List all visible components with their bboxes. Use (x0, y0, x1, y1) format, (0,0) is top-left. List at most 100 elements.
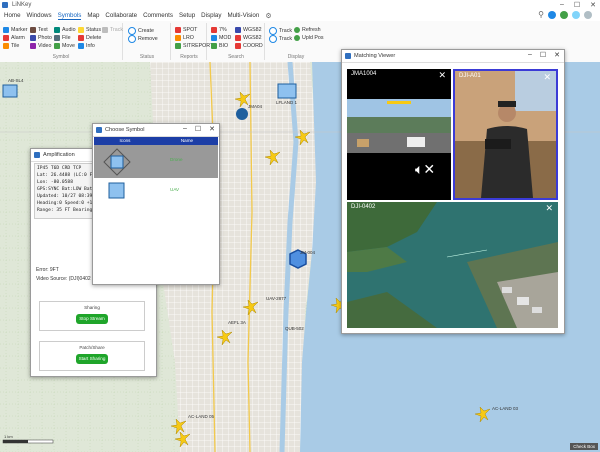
ribbon-wgs-2[interactable]: WGS82 (235, 35, 262, 41)
multi-view-titlebar[interactable]: Matching Viewer – ☐ ✕ (342, 50, 564, 63)
maximize-button[interactable]: ☐ (540, 51, 546, 59)
symbol-row[interactable]: UAV (94, 178, 218, 204)
header-icons: Icons (119, 138, 131, 143)
wgs-icon (235, 27, 241, 33)
menu-windows[interactable]: Windows (27, 12, 52, 19)
ribbon-text[interactable]: Text (30, 27, 48, 33)
ribbon-video[interactable]: Video (30, 43, 51, 49)
map-square-marker[interactable] (277, 83, 297, 99)
tile-close-button[interactable]: ✕ (438, 70, 446, 81)
map-label: QUB-502 (285, 326, 304, 331)
ribbon-delete[interactable]: Delete (78, 35, 101, 41)
status-blue-icon[interactable] (548, 10, 556, 19)
map-drone-marker[interactable] (236, 108, 248, 120)
menu-multi-vision[interactable]: Multi-Vision (227, 12, 259, 19)
menu-map[interactable]: Map (87, 12, 99, 19)
lro-icon (175, 35, 181, 41)
minimize-button[interactable]: – (183, 125, 187, 133)
spot-icon (175, 27, 181, 33)
close-button[interactable]: ✕ (554, 51, 560, 59)
ribbon-track[interactable]: Track (102, 27, 123, 33)
minimize-button[interactable]: – (560, 1, 564, 9)
ribbon-marker[interactable]: Marker (3, 27, 27, 33)
choose-symbol-window: Choose Symbol – ☐ ✕ Icons Name Drone UAV (92, 123, 220, 285)
ribbon-lro[interactable]: LRO (175, 35, 194, 41)
symbol-row[interactable]: Drone (94, 145, 218, 178)
ribbon-audio[interactable]: Audio (54, 27, 76, 33)
amplification-title: Amplification (43, 152, 75, 158)
percent-icon (211, 27, 217, 33)
ribbon-alarm[interactable]: Alarm (3, 35, 25, 41)
ribbon-percent[interactable]: 7% (211, 27, 227, 33)
minimize-button[interactable]: – (528, 51, 532, 59)
wgs-icon (235, 35, 241, 41)
menu-home[interactable]: Home (4, 12, 21, 19)
menu-setup[interactable]: Setup (179, 12, 195, 19)
close-button[interactable]: ✕ (590, 1, 596, 9)
status-gray-icon[interactable] (584, 10, 592, 19)
ribbon-photo[interactable]: Photo (30, 35, 52, 41)
ribbon-wgs-1[interactable]: WGS82 (235, 27, 262, 33)
app-icon (2, 2, 8, 8)
video-tile-1[interactable]: JMA1004 ✕ 🔈︎✕ (347, 69, 451, 200)
ribbon-track-2[interactable]: Track (269, 35, 292, 43)
window-icon (34, 152, 40, 158)
sitreport-icon (175, 43, 181, 49)
start-sharing-button[interactable]: Start Sharing (76, 354, 108, 364)
tile-close-button[interactable]: ✕ (545, 203, 553, 214)
ribbon-mod[interactable]: MOD (211, 35, 231, 41)
ribbon-create[interactable]: Create (128, 27, 154, 35)
ribbon-refresh[interactable]: Refresh (294, 27, 321, 33)
marker-icon (3, 27, 9, 33)
settings-icon[interactable]: ⚙ (265, 12, 271, 20)
status-lightblue-icon[interactable] (572, 10, 580, 19)
symbol-group-label: Symbol (52, 54, 70, 60)
ribbon-info[interactable]: Info (78, 43, 95, 49)
ribbon-tile[interactable]: Tile (3, 43, 19, 49)
ribbon-track-1[interactable]: Track (269, 27, 292, 35)
photo-icon (30, 35, 36, 41)
ribbon-spot[interactable]: SPOT (175, 27, 197, 33)
symbol-name: Drone (170, 157, 183, 162)
stop-stream-button[interactable]: Stop Stream (76, 314, 108, 324)
location-pin-icon[interactable]: ⚲ (538, 10, 544, 19)
map-label: AB-SL4 (8, 78, 24, 83)
symbol-table-header: Icons Name (94, 137, 218, 145)
maximize-button[interactable]: ☐ (574, 1, 580, 9)
sharing-panel: Sharing Stop Stream (39, 301, 145, 331)
tile-close-button[interactable]: ✕ (543, 72, 551, 83)
menu-symbols[interactable]: Symbols (57, 12, 82, 20)
ribbon-coord[interactable]: COORD (235, 43, 263, 49)
ribbon-file[interactable]: File (54, 35, 71, 41)
search-group: 7% MOD BIO WGS82 WGS82 COORD Search (208, 23, 265, 60)
maximize-button[interactable]: ☐ (195, 125, 201, 133)
menu-display[interactable]: Display (201, 12, 221, 19)
display-group-label: Display (287, 54, 305, 60)
map-label: AEFL 3A (228, 320, 246, 325)
video-tile-2[interactable]: DJI-A01 ✕ (453, 69, 558, 200)
alarm-icon (3, 35, 9, 41)
reports-group-label: Reports (180, 54, 198, 60)
ribbon-upload-pos[interactable]: Upld Pos (294, 35, 324, 41)
ribbon-remove[interactable]: Remove (128, 35, 158, 43)
ribbon-move[interactable]: Move (54, 43, 75, 49)
track-minus-icon (269, 35, 277, 43)
uav-square-icon (108, 182, 125, 199)
menu-comments[interactable]: Comments (143, 12, 173, 19)
menu-bar: Home Windows Symbols Map Collaborate Com… (0, 10, 600, 21)
info-icon (78, 43, 84, 49)
video-tile-3[interactable]: DJI-0402 ✕ (347, 202, 558, 328)
choose-symbol-titlebar[interactable]: Choose Symbol – ☐ ✕ (93, 124, 219, 137)
text-icon (30, 27, 36, 33)
ribbon-status[interactable]: Status (78, 27, 101, 33)
check-box-label[interactable]: Check Box (570, 443, 598, 450)
display-group: Track Track Refresh Upld Pos Display (266, 23, 326, 60)
ribbon-bio[interactable]: BIO (211, 43, 228, 49)
close-button[interactable]: ✕ (209, 125, 215, 133)
menu-collaborate[interactable]: Collaborate (105, 12, 137, 19)
tile-label: JMA1004 (351, 71, 377, 77)
mute-icon[interactable]: 🔈︎✕ (415, 161, 435, 178)
symbol-name: UAV (170, 187, 180, 192)
status-green-icon[interactable] (560, 10, 568, 19)
map-square-marker[interactable] (2, 84, 18, 98)
